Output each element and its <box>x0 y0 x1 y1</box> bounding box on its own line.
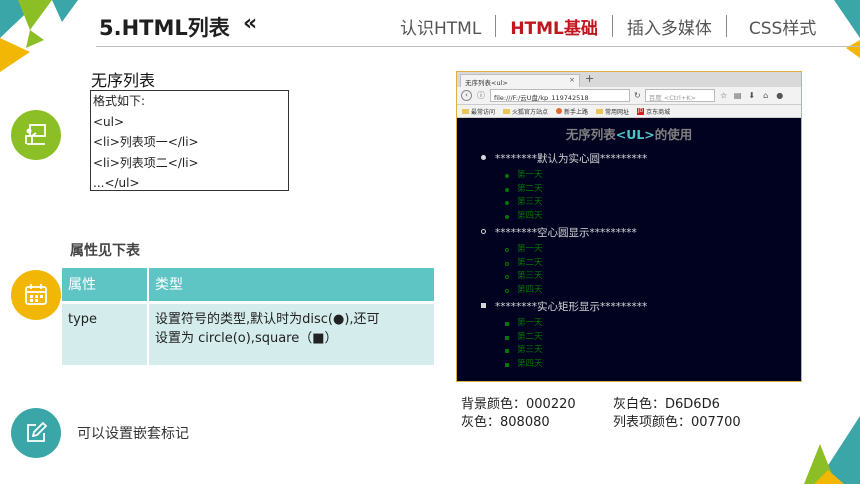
list-item: 第一天 <box>505 317 801 331</box>
tab-bar: 无序列表<ul> × + <box>457 72 801 87</box>
jd-icon: JD <box>637 107 645 115</box>
circle-bullet-icon <box>481 229 486 234</box>
star-icon[interactable]: ☆ <box>719 91 729 100</box>
disc-bullet-icon <box>505 187 509 192</box>
list-item: ********空心圆显示********* 第一天 第二天 第三天 第四天 <box>481 225 801 297</box>
double-chevron-left-icon: « <box>243 11 257 36</box>
table-header-type: 类型 <box>148 268 436 302</box>
code-example-box: 格式如下: <ul> <li>列表项一</li> <li>列表项二</li> .… <box>90 90 289 191</box>
top-navigation: 认识HTML HTML基础 插入多媒体 CSS样式 <box>386 14 830 39</box>
slide-title: 5.HTML列表 <box>99 16 230 40</box>
table-cell-attr: type <box>62 300 149 365</box>
bookmark-item[interactable]: 火狐官方站点 <box>503 107 548 116</box>
attribute-table-title: 属性见下表 <box>70 243 140 259</box>
presentation-board-icon <box>11 110 61 160</box>
disc-bullet-icon <box>481 155 486 160</box>
square-bullet-icon <box>505 349 509 353</box>
list-item: 第四天 <box>505 284 801 298</box>
square-bullet-icon <box>505 362 509 367</box>
list-item: 第二天 <box>505 331 801 345</box>
nav-item-multimedia[interactable]: 插入多媒体 <box>613 14 726 39</box>
attribute-table: 属性 类型 type 设置符号的类型,默认时为disc(●),还可 设置为 ci… <box>62 268 436 365</box>
tab-title: 无序列表<ul> <box>465 79 508 87</box>
circle-bullet-icon <box>505 275 509 279</box>
list-item: ********实心矩形显示********* 第一天 第二天 第三天 第四天 <box>481 299 801 371</box>
square-bullet-icon <box>505 335 509 340</box>
calendar-icon <box>11 270 61 320</box>
nav-item-html-basics[interactable]: HTML基础 <box>496 14 612 39</box>
list-item: 第三天 <box>505 270 801 284</box>
bookmark-item[interactable]: 新手上路 <box>556 107 588 116</box>
disc-bullet-icon <box>505 214 509 219</box>
code-line: 格式如下: <box>93 94 146 108</box>
info-icon[interactable]: ⓘ <box>476 90 486 101</box>
code-line: <li>列表项二</li> <box>93 155 199 170</box>
circle-bullet-icon <box>505 288 509 293</box>
list-item: 第三天 <box>505 196 801 210</box>
nav-item-intro-html[interactable]: 认识HTML <box>386 14 495 39</box>
url-field[interactable]: file:///F:/云U盘/kp_119742518 <box>490 89 630 102</box>
code-line: <ul> <box>93 114 125 129</box>
legend-background-color: 背景颜色：000220 <box>461 397 576 412</box>
table-header-attribute: 属性 <box>62 268 149 302</box>
header-divider <box>96 46 860 47</box>
close-icon[interactable]: × <box>569 76 575 84</box>
corner-decoration-top-left <box>0 0 78 72</box>
clipboard-icon[interactable]: ▤ <box>733 91 743 100</box>
search-input[interactable]: 百度 <Ctrl+K> <box>644 89 715 102</box>
address-row: ‹ ⓘ file:///F:/云U盘/kp_119742518 ↻ 百度 <Ct… <box>457 87 801 105</box>
code-line: ...</ul> <box>93 176 140 190</box>
sub-list: 第一天 第二天 第三天 第四天 <box>505 243 801 297</box>
nested-note: 可以设置嵌套标记 <box>77 426 189 442</box>
table-row: type 设置符号的类型,默认时为disc(●),还可 设置为 circle(o… <box>62 300 436 365</box>
corner-decoration-bottom-right <box>804 416 860 484</box>
disc-bullet-icon <box>505 174 509 178</box>
desc-line: 设置为 circle(o),square（■） <box>155 330 338 346</box>
browser-page: 无序列表<UL>的使用 ********默认为实心圆********* 第一天 … <box>457 118 801 371</box>
legend-gray-white: 灰白色：D6D6D6 <box>613 397 720 412</box>
color-legend: 背景颜色：000220 灰白色：D6D6D6 灰色：808080 列表项颜色：0… <box>461 396 765 432</box>
page-heading: 无序列表<UL>的使用 <box>565 127 693 142</box>
table-cell-desc: 设置符号的类型,默认时为disc(●),还可 设置为 circle(o),squ… <box>148 300 436 365</box>
nav-item-css-style[interactable]: CSS样式 <box>727 14 830 39</box>
back-arrow-icon[interactable]: ‹ <box>461 90 472 101</box>
bookmark-item[interactable]: JD 京东商城 <box>637 107 670 116</box>
new-tab-icon[interactable]: + <box>585 72 594 85</box>
list-item: 第四天 <box>505 210 801 224</box>
sub-list: 第一天 第二天 第三天 第四天 <box>505 317 801 371</box>
chat-icon[interactable]: ● <box>775 91 785 100</box>
list-item: 第一天 <box>505 169 801 183</box>
home-icon[interactable]: ⌂ <box>761 91 771 100</box>
browser-tab[interactable]: 无序列表<ul> × <box>460 74 580 87</box>
edit-pencil-icon <box>11 408 61 458</box>
unordered-list-title: 无序列表 <box>91 71 156 90</box>
legend-item-color: 列表项颜色：007700 <box>613 415 741 430</box>
disc-bullet-icon <box>505 201 509 205</box>
browser-window: 无序列表<ul> × + ‹ ⓘ file:///F:/云U盘/kp_11974… <box>456 71 802 382</box>
bookmark-item[interactable]: 最常访问 <box>462 107 495 116</box>
firefox-icon <box>556 108 563 114</box>
list-item: 第三天 <box>505 344 801 358</box>
bookmark-item[interactable]: 常用网址 <box>596 107 629 116</box>
list-item: 第二天 <box>505 183 801 197</box>
list-item: 第四天 <box>505 358 801 372</box>
folder-icon <box>596 108 604 114</box>
demo-list: ********默认为实心圆********* 第一天 第二天 第三天 第四天 … <box>481 151 801 371</box>
folder-icon <box>462 108 469 114</box>
reload-icon[interactable]: ↻ <box>634 91 641 100</box>
circle-bullet-icon <box>505 261 509 266</box>
list-item: ********默认为实心圆********* 第一天 第二天 第三天 第四天 <box>481 151 801 223</box>
desc-line: 设置符号的类型,默认时为disc(●),还可 <box>155 311 380 327</box>
download-icon[interactable]: ⬇ <box>747 91 757 100</box>
list-item: 第一天 <box>505 243 801 257</box>
circle-bullet-icon <box>505 248 509 252</box>
sub-list: 第一天 第二天 第三天 第四天 <box>505 169 801 223</box>
square-bullet-icon <box>505 322 509 326</box>
list-item: 第二天 <box>505 257 801 271</box>
code-line: <li>列表项一</li> <box>93 135 199 149</box>
legend-gray: 灰色：808080 <box>461 415 550 430</box>
square-bullet-icon <box>481 303 486 308</box>
folder-icon <box>503 108 511 114</box>
bookmarks-bar: 最常访问 火狐官方站点 新手上路 常用网址 JD 京东商城 <box>457 105 801 118</box>
